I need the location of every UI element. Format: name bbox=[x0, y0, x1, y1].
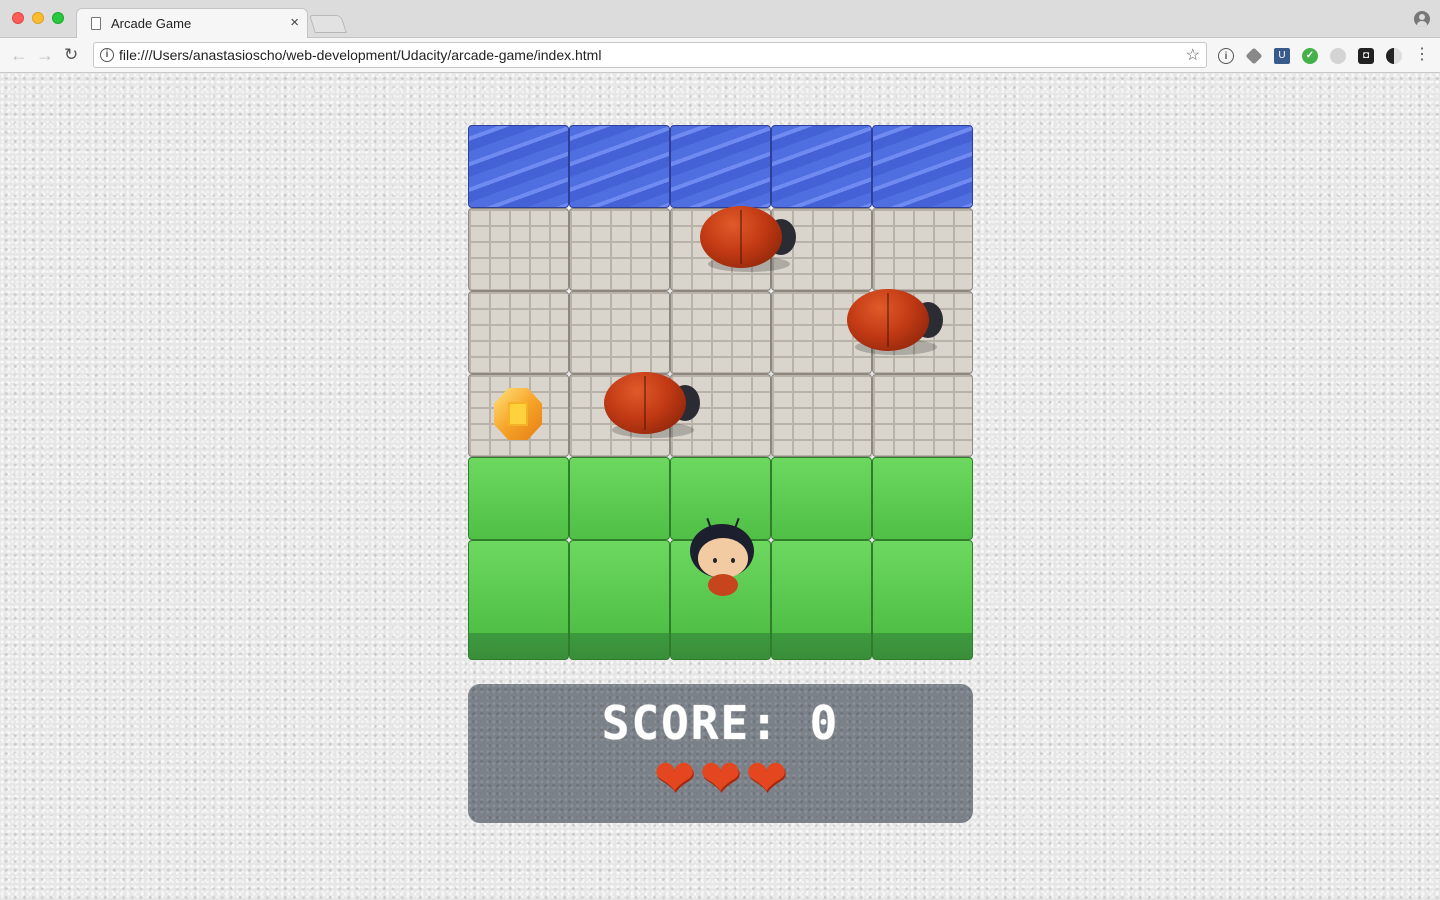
grass-tile bbox=[771, 540, 872, 660]
new-tab-button[interactable] bbox=[309, 15, 347, 33]
stone-tile bbox=[468, 291, 569, 374]
tab-title: Arcade Game bbox=[111, 16, 192, 31]
extension-gem-icon[interactable] bbox=[1245, 47, 1263, 65]
lives-display: ❤❤❤ bbox=[468, 750, 973, 806]
extension-camera-icon[interactable]: ◘ bbox=[1358, 48, 1374, 64]
extension-check-icon[interactable]: ✓ bbox=[1302, 48, 1318, 64]
enemy-bug bbox=[604, 372, 702, 438]
browser-tab[interactable]: Arcade Game × bbox=[76, 8, 308, 39]
url-text[interactable]: file:///Users/anastasioscho/web-developm… bbox=[119, 47, 601, 63]
water-tile bbox=[569, 125, 670, 208]
enemy-bug bbox=[700, 206, 798, 272]
enemy-bug bbox=[846, 289, 945, 355]
water-tile bbox=[771, 125, 872, 208]
stone-tile bbox=[569, 208, 670, 291]
heart-icon: ❤ bbox=[653, 750, 696, 806]
zoom-window-button[interactable] bbox=[52, 12, 64, 24]
bookmark-star-icon[interactable]: ☆ bbox=[1186, 45, 1200, 65]
scoreboard: SCORE: 0 ❤❤❤ bbox=[468, 684, 973, 823]
stone-tile bbox=[872, 208, 973, 291]
game-board[interactable] bbox=[468, 125, 973, 660]
grass-tile bbox=[569, 540, 670, 660]
browser-toolbar: ← → ↻ i file:///Users/anastasioscho/web-… bbox=[0, 38, 1440, 73]
grass-tile bbox=[771, 457, 872, 540]
grass-tile bbox=[872, 540, 973, 660]
extension-leaf-icon[interactable] bbox=[1330, 48, 1346, 64]
gem-orange bbox=[494, 388, 542, 440]
info-icon[interactable]: i bbox=[100, 48, 114, 62]
profile-icon[interactable] bbox=[1414, 11, 1430, 27]
close-window-button[interactable] bbox=[12, 12, 24, 24]
back-button[interactable]: ← bbox=[10, 45, 28, 65]
minimize-window-button[interactable] bbox=[32, 12, 44, 24]
page-content: SCORE: 0 ❤❤❤ bbox=[0, 73, 1440, 900]
extension-dark-mode-icon[interactable] bbox=[1386, 48, 1402, 64]
tab-close-icon[interactable]: × bbox=[290, 14, 299, 32]
browser-titlebar: Arcade Game × bbox=[0, 0, 1440, 39]
grass-tile bbox=[872, 457, 973, 540]
stone-tile bbox=[468, 208, 569, 291]
extension-1password-icon[interactable]: i bbox=[1218, 48, 1234, 64]
stone-tile bbox=[872, 374, 973, 457]
stone-tile bbox=[771, 374, 872, 457]
water-tile bbox=[872, 125, 973, 208]
stone-tile bbox=[569, 291, 670, 374]
stone-tile bbox=[670, 291, 771, 374]
page-icon bbox=[91, 17, 101, 30]
water-tile bbox=[670, 125, 771, 208]
water-tile bbox=[468, 125, 569, 208]
grass-tile bbox=[468, 457, 569, 540]
heart-icon: ❤ bbox=[699, 750, 742, 806]
address-bar[interactable]: i file:///Users/anastasioscho/web-develo… bbox=[93, 42, 1207, 68]
grass-tile bbox=[468, 540, 569, 660]
extension-u-icon[interactable]: U bbox=[1274, 48, 1290, 64]
score-label: SCORE: 0 bbox=[601, 696, 840, 750]
player-character bbox=[688, 517, 758, 604]
reload-button[interactable]: ↻ bbox=[64, 45, 78, 65]
forward-button[interactable]: → bbox=[36, 45, 54, 65]
grass-tile bbox=[569, 457, 670, 540]
browser-menu-icon[interactable]: ⋮ bbox=[1414, 45, 1430, 65]
heart-icon: ❤ bbox=[745, 750, 788, 806]
